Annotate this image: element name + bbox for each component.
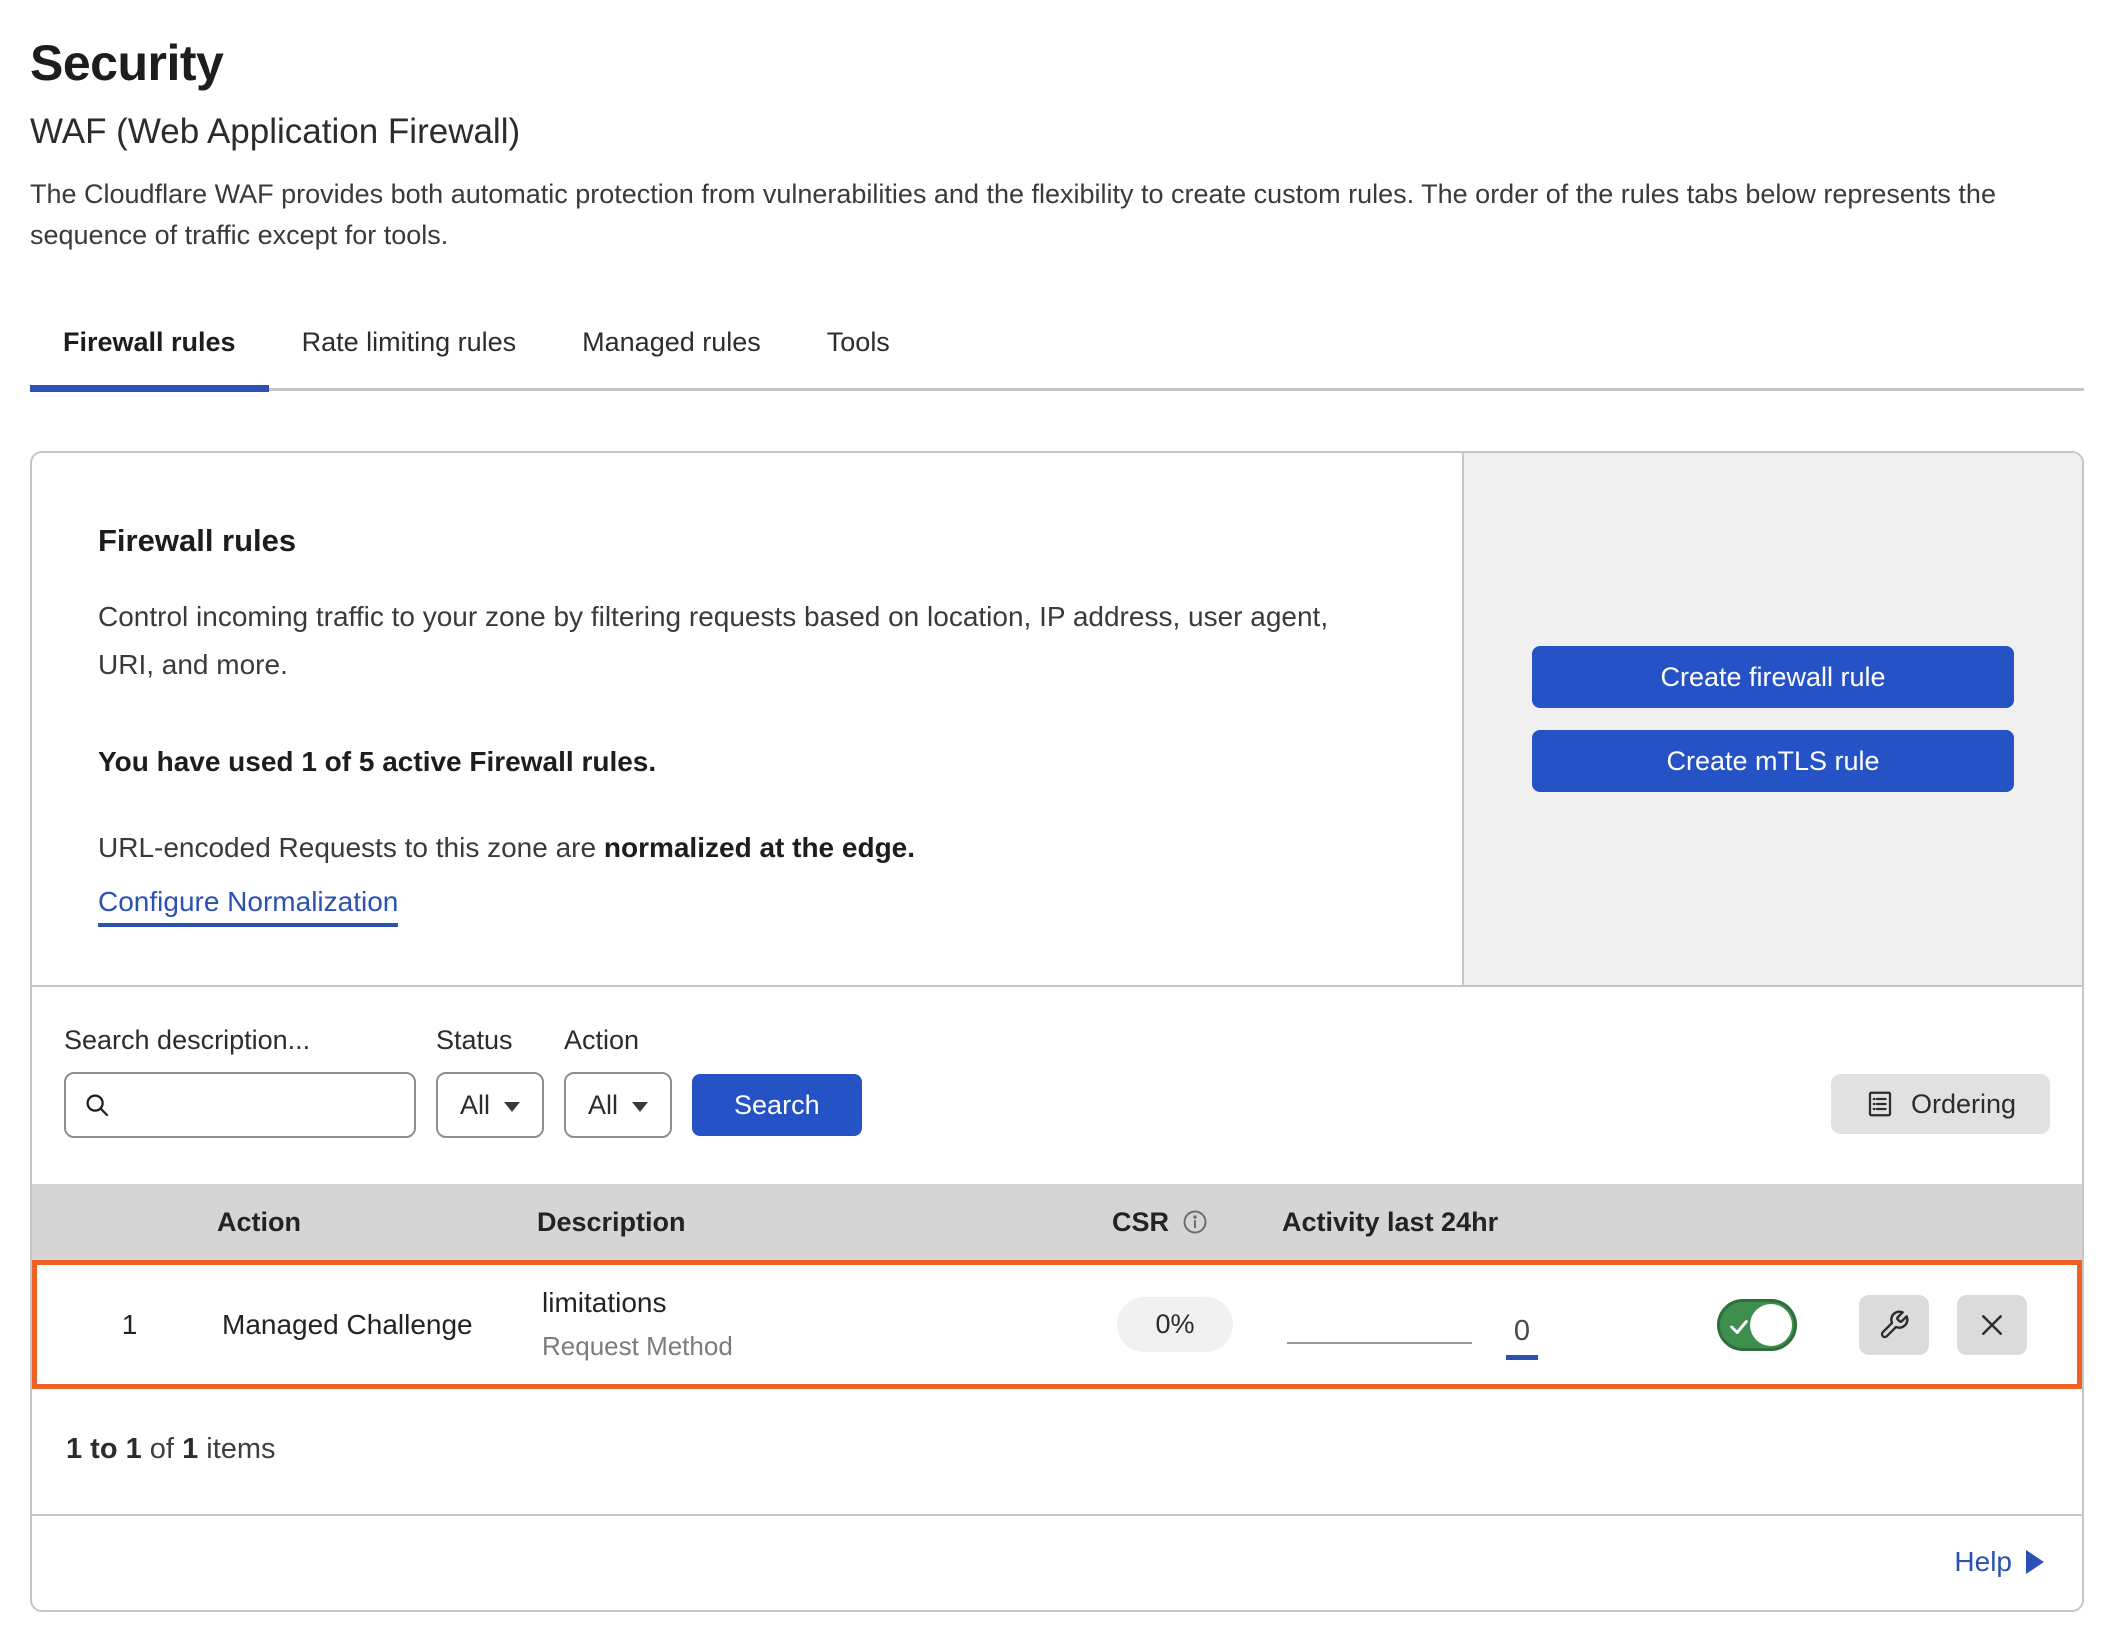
search-label: Search description... bbox=[64, 1025, 416, 1056]
tab-tools[interactable]: Tools bbox=[794, 321, 923, 388]
csr-badge: 0% bbox=[1117, 1297, 1233, 1352]
pagination-summary: 1 to 1 of 1 items bbox=[32, 1389, 2082, 1514]
page-title: Security bbox=[30, 34, 2084, 92]
pagination-total: 1 bbox=[182, 1433, 198, 1465]
search-button[interactable]: Search bbox=[692, 1074, 862, 1136]
action-label: Action bbox=[564, 1025, 672, 1056]
edit-rule-button[interactable] bbox=[1859, 1295, 1929, 1355]
column-header-action: Action bbox=[217, 1207, 537, 1238]
page-subtitle: WAF (Web Application Firewall) bbox=[30, 112, 2084, 152]
tab-managed-rules[interactable]: Managed rules bbox=[549, 321, 794, 388]
tab-firewall-rules[interactable]: Firewall rules bbox=[30, 321, 269, 388]
chevron-down-icon bbox=[504, 1102, 520, 1112]
help-link[interactable]: Help bbox=[1954, 1546, 2044, 1578]
help-arrow-icon bbox=[2026, 1550, 2044, 1574]
create-firewall-rule-button[interactable]: Create firewall rule bbox=[1532, 646, 2014, 708]
rules-table-header: Action Description CSR Activity last 24h… bbox=[32, 1184, 2082, 1260]
firewall-rules-container: Firewall rules Control incoming traffic … bbox=[30, 451, 2084, 1612]
action-filter: Action All bbox=[564, 1025, 672, 1138]
wrench-icon bbox=[1878, 1309, 1910, 1341]
csr-header-label: CSR bbox=[1112, 1207, 1169, 1238]
filter-group: Search description... Status bbox=[64, 1025, 862, 1138]
card-heading: Firewall rules bbox=[98, 523, 1396, 559]
normalization-text: URL-encoded Requests to this zone are bbox=[98, 832, 604, 863]
pagination-items-word: items bbox=[198, 1433, 275, 1465]
rule-description-cell: limitations Request Method bbox=[542, 1287, 1117, 1362]
rule-csr-cell: 0% bbox=[1117, 1297, 1287, 1352]
rule-action: Managed Challenge bbox=[222, 1309, 542, 1341]
status-label: Status bbox=[436, 1025, 544, 1056]
column-header-activity: Activity last 24hr bbox=[1282, 1207, 1577, 1238]
rule-activity-cell: 0 bbox=[1287, 1315, 1582, 1360]
usage-summary: You have used 1 of 5 active Firewall rul… bbox=[98, 746, 1396, 778]
normalization-bold-text: normalized at the edge. bbox=[604, 832, 915, 863]
create-mtls-rule-button[interactable]: Create mTLS rule bbox=[1532, 730, 2014, 792]
actions-panel: Create firewall rule Create mTLS rule bbox=[1462, 453, 2082, 985]
status-select[interactable]: All bbox=[436, 1072, 544, 1138]
page-description: The Cloudflare WAF provides both automat… bbox=[30, 174, 2080, 255]
ordering-button[interactable]: Ordering bbox=[1831, 1074, 2050, 1134]
close-icon bbox=[1977, 1310, 2007, 1340]
chevron-down-icon bbox=[632, 1102, 648, 1112]
filter-toolbar: Search description... Status bbox=[32, 987, 2082, 1184]
rule-priority: 1 bbox=[37, 1309, 222, 1341]
firewall-rules-card: Firewall rules Control incoming traffic … bbox=[32, 453, 2082, 987]
pagination-of: of bbox=[142, 1433, 182, 1465]
firewall-rules-info: Firewall rules Control incoming traffic … bbox=[32, 453, 1462, 985]
rule-description: limitations bbox=[542, 1287, 1117, 1319]
normalization-note: URL-encoded Requests to this zone are no… bbox=[98, 832, 1396, 864]
table-row[interactable]: 1 Managed Challenge limitations Request … bbox=[32, 1260, 2082, 1389]
configure-normalization-link[interactable]: Configure Normalization bbox=[98, 886, 398, 927]
check-icon bbox=[1728, 1316, 1750, 1338]
toggle-knob bbox=[1750, 1304, 1792, 1346]
status-filter: Status All bbox=[436, 1025, 544, 1138]
action-select[interactable]: All bbox=[564, 1072, 672, 1138]
rule-controls bbox=[1582, 1295, 2077, 1355]
column-header-csr: CSR bbox=[1112, 1207, 1282, 1238]
pagination-range: 1 to 1 bbox=[66, 1433, 142, 1465]
delete-rule-button[interactable] bbox=[1957, 1295, 2027, 1355]
ordering-label: Ordering bbox=[1911, 1089, 2016, 1120]
rule-description-sub: Request Method bbox=[542, 1331, 1117, 1362]
action-selected-value: All bbox=[588, 1090, 618, 1121]
waf-tabs: Firewall rules Rate limiting rules Manag… bbox=[30, 321, 2084, 391]
rule-enabled-toggle[interactable] bbox=[1717, 1299, 1797, 1351]
status-selected-value: All bbox=[460, 1090, 490, 1121]
help-label: Help bbox=[1954, 1546, 2012, 1578]
activity-sparkline bbox=[1287, 1342, 1472, 1344]
search-icon bbox=[82, 1090, 112, 1120]
ordering-list-icon bbox=[1865, 1089, 1895, 1119]
activity-count-link[interactable]: 0 bbox=[1506, 1315, 1538, 1360]
security-waf-page: Security WAF (Web Application Firewall) … bbox=[0, 0, 2114, 1652]
search-filter: Search description... bbox=[64, 1025, 416, 1138]
tab-rate-limiting-rules[interactable]: Rate limiting rules bbox=[269, 321, 550, 388]
info-icon[interactable] bbox=[1181, 1208, 1209, 1236]
search-input[interactable] bbox=[112, 1074, 398, 1136]
help-bar: Help bbox=[32, 1514, 2082, 1610]
card-description: Control incoming traffic to your zone by… bbox=[98, 593, 1388, 688]
column-header-description: Description bbox=[537, 1207, 1112, 1238]
search-box[interactable] bbox=[64, 1072, 416, 1138]
